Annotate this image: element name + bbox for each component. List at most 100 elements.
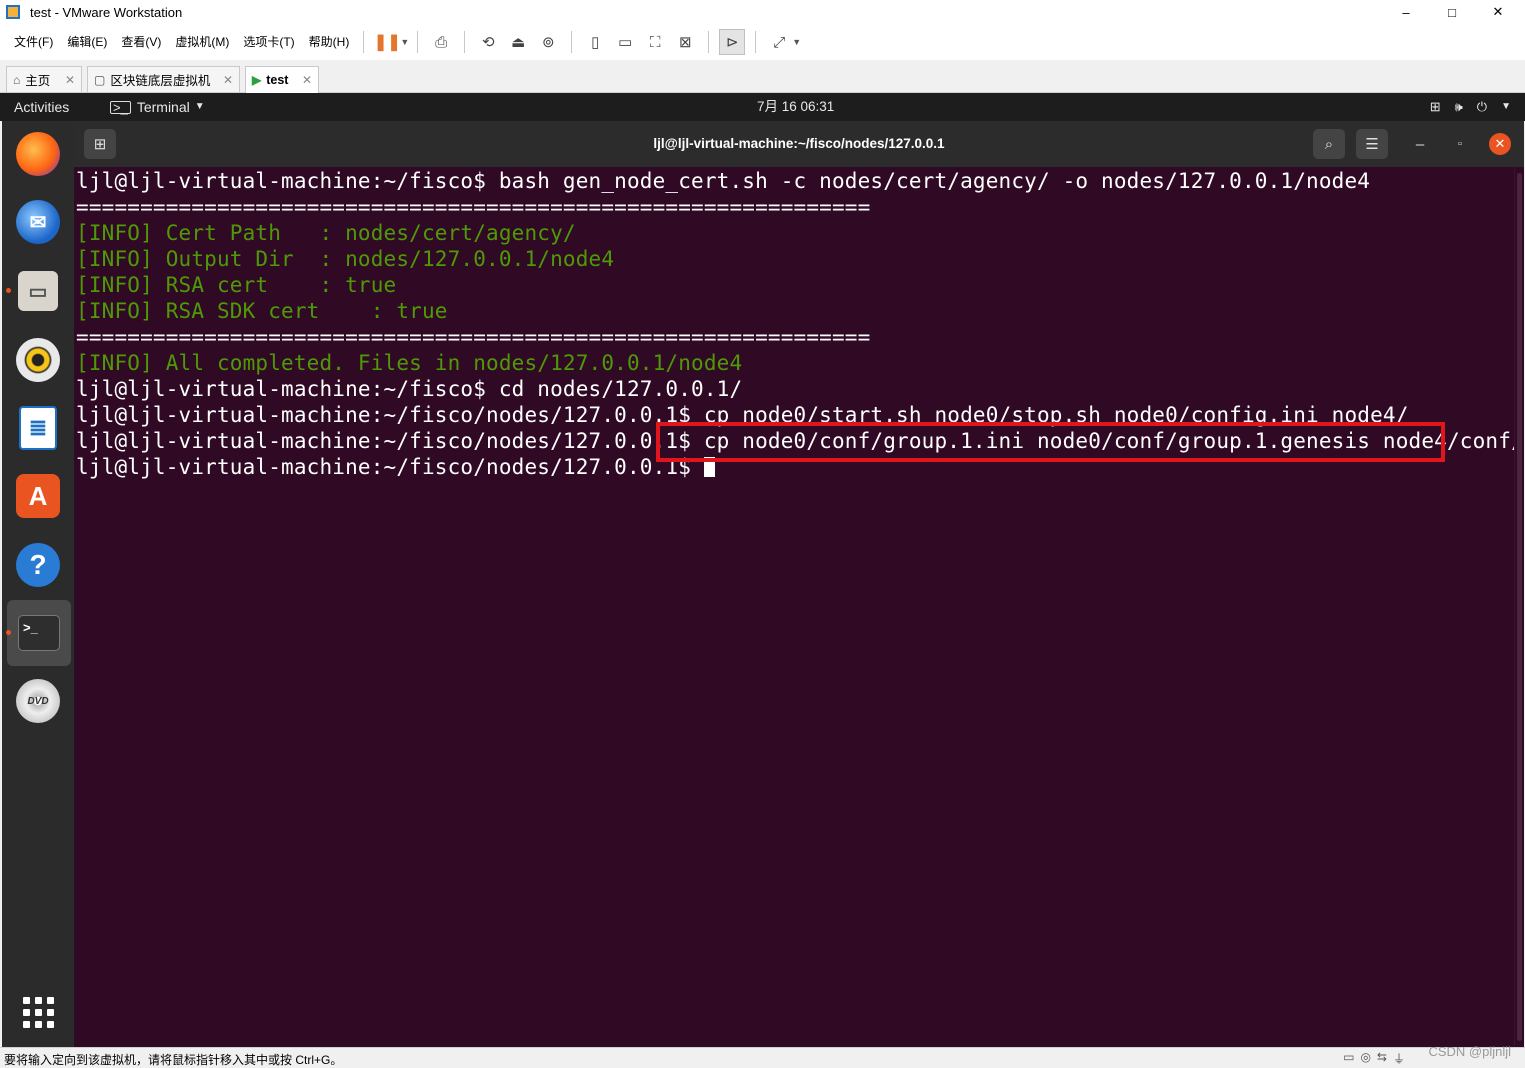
dock-terminal[interactable]: >_ (6, 600, 71, 666)
dock-show-apps[interactable] (2, 979, 74, 1045)
close-icon[interactable]: ✕ (223, 73, 233, 87)
running-indicator (6, 288, 11, 293)
send-ctrl-alt-del-icon[interactable]: ⎙ (428, 29, 454, 55)
tab-home[interactable]: ⌂ 主页 ✕ (6, 66, 82, 92)
files-icon: ▭ (18, 271, 58, 311)
menu-help[interactable]: 帮助(H) (303, 24, 356, 60)
tab-test[interactable]: ▶ test ✕ (245, 66, 319, 93)
help-icon: ? (16, 543, 60, 587)
device-icons: ▭ ◎ ⇆ ⏚ (1343, 1050, 1405, 1067)
network-icon: ⊞ (1429, 99, 1441, 114)
minimize-button[interactable]: – (1383, 0, 1429, 24)
maximize-window-button[interactable]: ▫ (1444, 129, 1476, 159)
terminal-icon: >_ (18, 615, 60, 651)
dock-files[interactable]: ▭ (2, 258, 74, 324)
close-icon[interactable]: ✕ (302, 73, 312, 87)
menu-edit[interactable]: 编辑(E) (61, 24, 113, 60)
status-bar: 要将输入定向到该虚拟机，请将鼠标指针移入其中或按 Ctrl+G。 ▭ ◎ ⇆ ⏚… (0, 1044, 1525, 1068)
network-adapter-icon[interactable]: ⇆ (1377, 1050, 1387, 1067)
menu-bar: 文件(F) 编辑(E) 查看(V) 虚拟机(M) 选项卡(T) 帮助(H) ❚❚… (0, 24, 1525, 60)
scrollbar-thumb[interactable] (1517, 173, 1522, 1041)
thumbnail-icon[interactable]: ▭ (612, 29, 638, 55)
stretch-icon[interactable]: ⤢ (766, 29, 792, 55)
search-icon[interactable]: ⌕ (1313, 129, 1345, 159)
terminal-prompt-line: ljl@ljl-virtual-machine:~/fisco/nodes/12… (76, 454, 715, 480)
snapshot-manager-icon[interactable]: ⊚ (535, 29, 561, 55)
close-button[interactable]: ✕ (1475, 0, 1521, 24)
dvd-icon: DVD (16, 679, 60, 723)
menu-tabs[interactable]: 选项卡(T) (237, 24, 300, 60)
menu-file[interactable]: 文件(F) (8, 24, 59, 60)
hamburger-menu-icon[interactable]: ☰ (1356, 129, 1388, 159)
close-icon[interactable]: ✕ (65, 73, 75, 87)
console-view-icon[interactable]: ⊳ (719, 29, 746, 55)
vm-icon: ▢ (94, 72, 106, 87)
menu-view[interactable]: 查看(V) (115, 24, 167, 60)
thunderbird-icon: ✉ (16, 200, 60, 244)
terminal-prompt: ljl@ljl-virtual-machine:~/fisco/nodes/12… (76, 455, 704, 479)
hdd-icon[interactable]: ▭ (1343, 1050, 1354, 1067)
tab-label: 主页 (25, 74, 51, 88)
maximize-button[interactable]: □ (1429, 0, 1475, 24)
status-message: 要将输入定向到该虚拟机，请将鼠标指针移入其中或按 Ctrl+G。 (4, 1053, 343, 1067)
terminal-line: [INFO] Output Dir : nodes/127.0.0.1/node… (76, 247, 615, 271)
terminal-header-bar: ⊞ ljl@ljl-virtual-machine:~/fisco/nodes/… (74, 121, 1524, 167)
toolbar-divider (417, 31, 419, 53)
activities-button[interactable]: Activities (14, 93, 69, 121)
ubuntu-dock: ✉ ▭ ≣ A ? >_ DVD (2, 121, 74, 1047)
chevron-down-icon[interactable]: ▼ (792, 37, 801, 47)
minimize-window-button[interactable]: – (1404, 129, 1436, 159)
show-apps-icon (22, 996, 54, 1028)
unity-icon[interactable]: ⊠ (672, 29, 698, 55)
terminal-line: ========================================… (76, 325, 871, 349)
watermark: CSDN @pljnljl (1428, 1044, 1511, 1059)
snapshot-icon[interactable]: ⟲ (475, 29, 501, 55)
cdrom-icon[interactable]: ◎ (1360, 1050, 1370, 1067)
usb-icon[interactable]: ⏚ (1393, 1050, 1405, 1067)
dock-thunderbird[interactable]: ✉ (2, 189, 74, 255)
libreoffice-writer-icon: ≣ (19, 406, 57, 450)
terminal-small-icon: >_ (110, 100, 131, 114)
terminal-line: [INFO] Cert Path : nodes/cert/agency/ (76, 221, 576, 245)
app-menu[interactable]: >_ Terminal ▼ (110, 93, 205, 121)
terminal-scrollbar[interactable] (1514, 167, 1524, 1047)
tab-label: 区块链底层虚拟机 (110, 74, 211, 88)
highlight-annotation (656, 422, 1445, 462)
toolbar-divider (571, 31, 573, 53)
snapshot-revert-icon[interactable]: ⏏ (505, 29, 531, 55)
power-icon: ⏻ (1476, 99, 1488, 114)
toolbar-divider (363, 31, 365, 53)
terminal-line: ljl@ljl-virtual-machine:~/fisco$ bash ge… (76, 169, 1371, 193)
clock[interactable]: 7月 16 06:31 (757, 93, 834, 121)
toolbar-divider (464, 31, 466, 53)
dock-app-center[interactable]: A (2, 463, 74, 529)
chevron-down-icon[interactable]: ▼ (400, 37, 409, 47)
chevron-down-icon: ▼ (194, 101, 205, 112)
dock-writer[interactable]: ≣ (2, 395, 74, 461)
library-icon[interactable]: ▯ (582, 29, 608, 55)
app-menu-label: Terminal (136, 99, 190, 115)
home-icon: ⌂ (13, 72, 21, 87)
terminal-output[interactable]: ljl@ljl-virtual-machine:~/fisco$ bash ge… (74, 167, 1514, 1047)
volume-icon: 🕪 (1454, 99, 1463, 114)
tab-blockchain-vm[interactable]: ▢ 区块链底层虚拟机 ✕ (87, 66, 240, 92)
toolbar-divider (755, 31, 757, 53)
fullscreen-icon[interactable]: ⛶ (642, 29, 668, 55)
rhythmbox-icon (16, 338, 60, 382)
terminal-line: [INFO] RSA cert : true (76, 273, 397, 297)
dock-help[interactable]: ? (2, 532, 74, 598)
vmware-title-bar: test - VMware Workstation – □ ✕ (0, 0, 1525, 24)
gnome-top-bar: Activities >_ Terminal ▼ 7月 16 06:31 ⊞ 🕪… (0, 93, 1525, 121)
tab-bar: ⌂ 主页 ✕ ▢ 区块链底层虚拟机 ✕ ▶ test ✕ (0, 60, 1525, 93)
dock-firefox[interactable] (2, 121, 74, 187)
pause-icon[interactable]: ❚❚ (374, 29, 401, 55)
close-window-button[interactable]: ✕ (1489, 133, 1511, 155)
dock-dvd[interactable]: DVD (2, 668, 74, 734)
dock-rhythmbox[interactable] (2, 327, 74, 393)
app-center-icon: A (16, 474, 60, 518)
terminal-line: ========================================… (76, 195, 871, 219)
vmware-logo-icon (6, 5, 20, 19)
running-indicator (6, 630, 11, 635)
menu-vm[interactable]: 虚拟机(M) (169, 24, 235, 60)
system-tray[interactable]: ⊞ 🕪 ⏻ ▼ (1430, 93, 1511, 121)
